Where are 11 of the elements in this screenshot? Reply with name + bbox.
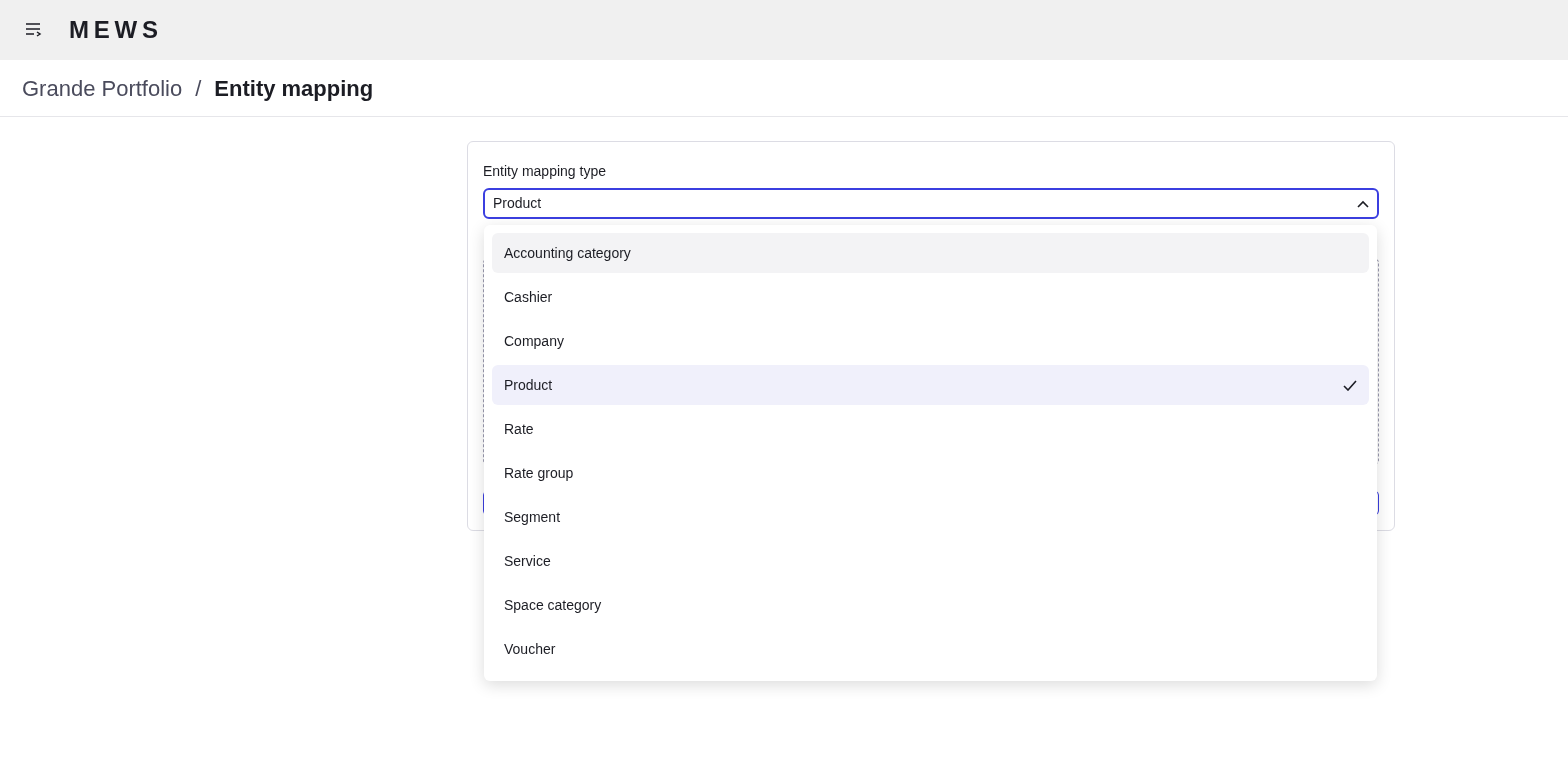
- page-title: Entity mapping: [214, 74, 374, 103]
- select-field[interactable]: Product: [483, 188, 1379, 219]
- breadcrumb-link[interactable]: Grande Portfolio: [22, 71, 183, 105]
- logo[interactable]: MEWS: [69, 18, 163, 42]
- menu-icon[interactable]: [25, 22, 43, 38]
- chevron-icon: [1357, 199, 1369, 208]
- check-icon: [1343, 379, 1357, 391]
- dropdown-option[interactable]: Accounting category: [492, 233, 1369, 273]
- field-label: Entity mapping type: [483, 162, 607, 181]
- breadcrumb-separator: /: [195, 74, 202, 103]
- dropdown-option[interactable]: Product: [492, 365, 1369, 405]
